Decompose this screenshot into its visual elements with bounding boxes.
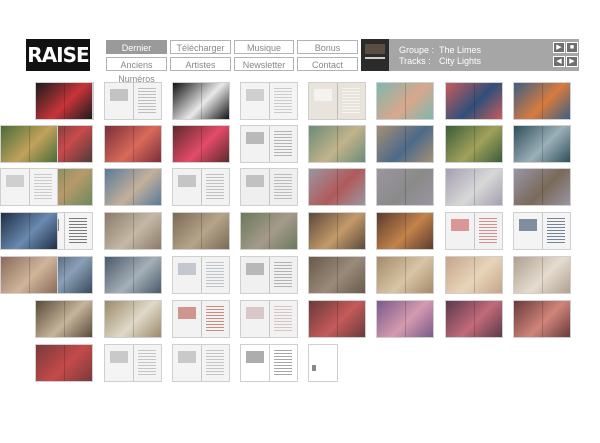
- page-thumbnail[interactable]: [240, 344, 298, 382]
- page-thumbnail[interactable]: [104, 125, 162, 163]
- page-thumbnail[interactable]: [172, 344, 230, 382]
- page-thumbnail[interactable]: [376, 256, 434, 294]
- page-thumbnail[interactable]: [0, 168, 58, 206]
- page-thumbnail[interactable]: [376, 300, 434, 338]
- page-thumbnail[interactable]: [172, 212, 230, 250]
- page-thumbnail[interactable]: [35, 300, 93, 338]
- page-thumbnail[interactable]: [445, 125, 503, 163]
- page-thumbnail[interactable]: [308, 212, 366, 250]
- page-thumbnail[interactable]: [240, 212, 298, 250]
- page-thumbnail[interactable]: [445, 82, 503, 120]
- page-thumbnail[interactable]: [308, 82, 366, 120]
- page-thumbnail[interactable]: [172, 256, 230, 294]
- page-thumbnail[interactable]: [0, 256, 58, 294]
- page-thumbnail[interactable]: [104, 300, 162, 338]
- page-thumbnail[interactable]: [513, 168, 571, 206]
- page-thumbnail[interactable]: [308, 344, 338, 382]
- page-thumbnail[interactable]: [0, 212, 58, 250]
- page-thumbnail[interactable]: [0, 125, 58, 163]
- page-thumbnail[interactable]: [308, 125, 366, 163]
- page-thumbnail[interactable]: [172, 82, 230, 120]
- page-thumbnail[interactable]: [513, 300, 571, 338]
- page-thumbnail[interactable]: [172, 168, 230, 206]
- page-thumbnail[interactable]: [240, 82, 298, 120]
- page-thumbnail[interactable]: [172, 300, 230, 338]
- page-thumbnail[interactable]: [104, 344, 162, 382]
- page-thumbnail[interactable]: [445, 168, 503, 206]
- page-thumbnail[interactable]: [376, 212, 434, 250]
- page-thumbnail[interactable]: [376, 168, 434, 206]
- page-thumbnail-grid: [0, 0, 600, 443]
- page-thumbnail[interactable]: [308, 256, 366, 294]
- page-thumbnail[interactable]: [513, 82, 571, 120]
- page-thumbnail[interactable]: [308, 168, 366, 206]
- page-thumbnail[interactable]: [240, 125, 298, 163]
- page-thumbnail[interactable]: [445, 256, 503, 294]
- page-thumbnail[interactable]: [513, 125, 571, 163]
- page-thumbnail[interactable]: [35, 82, 93, 120]
- page-thumbnail[interactable]: [240, 300, 298, 338]
- page-thumbnail[interactable]: [35, 344, 93, 382]
- page-thumbnail[interactable]: [376, 125, 434, 163]
- page-thumbnail[interactable]: [104, 82, 162, 120]
- page-thumbnail[interactable]: [104, 212, 162, 250]
- page-thumbnail[interactable]: [308, 300, 366, 338]
- page-thumbnail[interactable]: [104, 256, 162, 294]
- page-thumbnail[interactable]: [513, 256, 571, 294]
- page-thumbnail[interactable]: [445, 212, 503, 250]
- page-thumbnail[interactable]: [172, 125, 230, 163]
- page-thumbnail[interactable]: [240, 168, 298, 206]
- page-thumbnail[interactable]: [240, 256, 298, 294]
- page-thumbnail[interactable]: [376, 82, 434, 120]
- page-thumbnail[interactable]: [445, 300, 503, 338]
- page-thumbnail[interactable]: [513, 212, 571, 250]
- page-thumbnail[interactable]: [104, 168, 162, 206]
